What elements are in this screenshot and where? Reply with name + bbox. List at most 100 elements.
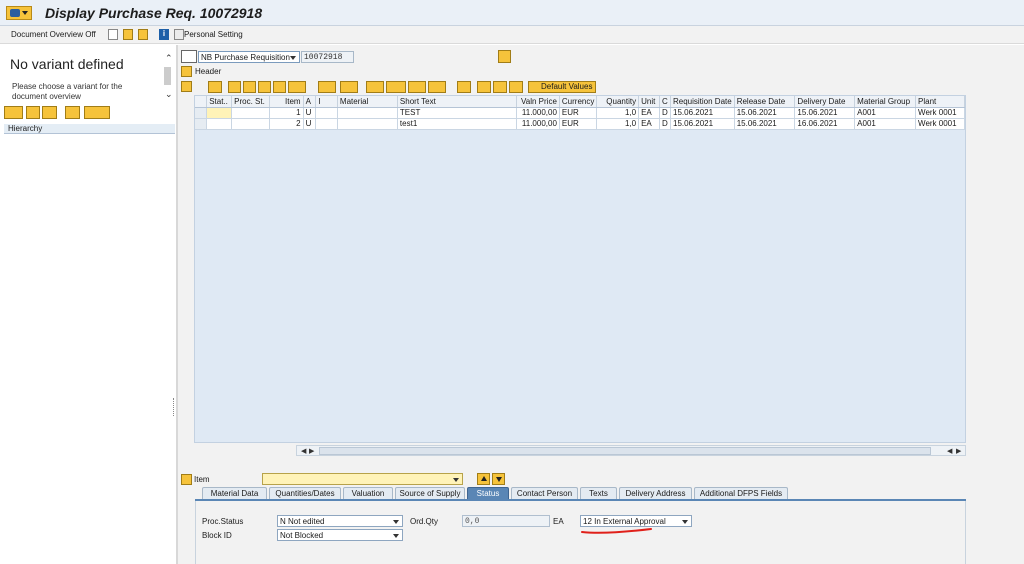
proc-status-cell[interactable] [231,107,271,119]
column-header[interactable]: A [303,96,317,108]
find-icon[interactable] [65,106,80,119]
tab-valuation[interactable]: Valuation [343,487,393,499]
column-header[interactable]: C [659,96,671,108]
category-cell[interactable]: D [659,118,671,130]
sum-icon[interactable] [318,81,336,93]
table-row[interactable]: 1 U TEST 11.000,00 EUR 1,0 EA D 15.06.20… [195,107,965,119]
tab-delivery-address[interactable]: Delivery Address [619,487,692,499]
select-all-column[interactable] [195,96,208,108]
acct-category-cell[interactable]: U [303,118,317,130]
item-cell[interactable]: 2 [269,118,304,130]
tab-material-data[interactable]: Material Data [202,487,267,499]
add-row-icon[interactable] [477,81,491,93]
row-selector[interactable] [195,107,208,119]
block-id-select[interactable]: Not Blocked [277,529,403,541]
approval-status-select[interactable]: 12 In External Approval [580,515,692,527]
tab-additional-dfps-fields[interactable]: Additional DFPS Fields [694,487,788,499]
material-cell[interactable] [337,118,398,130]
info-icon[interactable] [457,81,471,93]
scroll-right-icon[interactable]: ▶ [309,447,314,455]
export-icon[interactable] [408,81,426,93]
collapse-items-icon[interactable] [181,81,192,92]
filter-icon[interactable] [288,81,306,93]
material-cell[interactable] [337,107,398,119]
release-date-cell[interactable]: 15.06.2021 [734,107,796,119]
row-selector[interactable] [195,118,208,130]
item-cell[interactable]: 1 [269,107,304,119]
column-header[interactable]: Stat.. [206,96,233,108]
layout-icon[interactable] [428,81,446,93]
column-header[interactable]: Item [269,96,304,108]
column-header[interactable]: Release Date [734,96,796,108]
valn-price-cell[interactable]: 11.000,00 [516,118,560,130]
tab-quantities-dates[interactable]: Quantities/Dates [269,487,341,499]
scrollbar-thumb[interactable] [164,67,171,85]
chevron-up-icon[interactable]: ⌃ [165,53,173,64]
copy-icon[interactable] [26,106,40,119]
subtotal-icon[interactable] [340,81,358,93]
tab-status[interactable]: Status [467,487,509,499]
column-header[interactable]: Unit [638,96,661,108]
column-header[interactable]: Material Group [854,96,917,108]
item-select[interactable] [262,473,463,485]
layout-icon[interactable] [84,106,110,119]
display-change-icon[interactable] [123,29,133,40]
refresh-icon[interactable] [42,106,57,119]
other-document-icon[interactable] [498,50,511,63]
plant-cell[interactable]: Werk 0001 [915,118,965,130]
tab-source-of-supply[interactable]: Source of Supply [395,487,465,499]
currency-cell[interactable]: EUR [559,118,598,130]
status-cell[interactable] [206,118,233,130]
item-category-cell[interactable] [315,107,338,119]
print-icon[interactable] [366,81,384,93]
splitter-grip-icon[interactable] [173,398,176,416]
item-category-cell[interactable] [315,118,338,130]
grid-horizontal-scrollbar[interactable]: ◀ ▶ ◀ ▶ [296,445,966,456]
material-group-cell[interactable]: A001 [854,107,917,119]
delete-row-icon[interactable] [493,81,507,93]
column-header[interactable]: Quantity [596,96,640,108]
material-group-cell[interactable]: A001 [854,118,917,130]
previous-item-button[interactable] [477,473,490,485]
unit-cell[interactable]: EA [638,118,661,130]
tab-texts[interactable]: Texts [580,487,617,499]
delivery-date-cell[interactable]: 15.06.2021 [794,107,856,119]
document-number-field[interactable]: 10072918 [301,51,354,63]
system-menu-button[interactable] [6,6,32,20]
expand-header-icon[interactable] [181,66,192,77]
panel-scrollbar[interactable]: ⌃ ⌄ [163,53,175,103]
tab-contact-person[interactable]: Contact Person [511,487,578,499]
column-header[interactable]: Material [337,96,398,108]
scrollbar-thumb[interactable] [319,447,931,455]
header-label[interactable]: Header [195,67,221,76]
acct-category-cell[interactable]: U [303,107,317,119]
scroll-right-icon[interactable]: ▶ [956,447,961,455]
column-header[interactable]: I [315,96,338,108]
personal-setting-button[interactable]: Personal Setting [184,30,243,39]
scroll-left-icon[interactable]: ◀ [947,447,952,455]
collapse-item-detail-icon[interactable] [181,474,192,485]
column-header[interactable]: Plant [915,96,965,108]
plant-cell[interactable]: Werk 0001 [915,107,965,119]
requisition-date-cell[interactable]: 15.06.2021 [670,118,735,130]
quantity-cell[interactable]: 1,0 [596,118,640,130]
currency-cell[interactable]: EUR [559,107,598,119]
column-header[interactable]: Proc. St. [231,96,271,108]
column-header[interactable]: Delivery Date [794,96,856,108]
details-icon[interactable] [208,81,222,93]
find-icon[interactable] [258,81,271,93]
delivery-date-cell[interactable]: 16.06.2021 [794,118,856,130]
short-text-cell[interactable]: test1 [397,118,517,130]
personal-setting-icon[interactable] [174,29,184,40]
column-header[interactable]: Currency [559,96,598,108]
default-values-button[interactable]: Default Values [528,81,597,93]
release-date-cell[interactable]: 15.06.2021 [734,118,796,130]
proc-status-select[interactable]: N Not edited [277,515,403,527]
sort-descending-icon[interactable] [243,81,256,93]
copy-row-icon[interactable] [509,81,523,93]
info-icon[interactable]: i [159,29,169,40]
table-row[interactable]: 2 U test1 11.000,00 EUR 1,0 EA D 15.06.2… [195,118,965,130]
scroll-left-icon[interactable]: ◀ [301,447,306,455]
find-next-icon[interactable] [273,81,286,93]
proc-status-cell[interactable] [231,118,271,130]
